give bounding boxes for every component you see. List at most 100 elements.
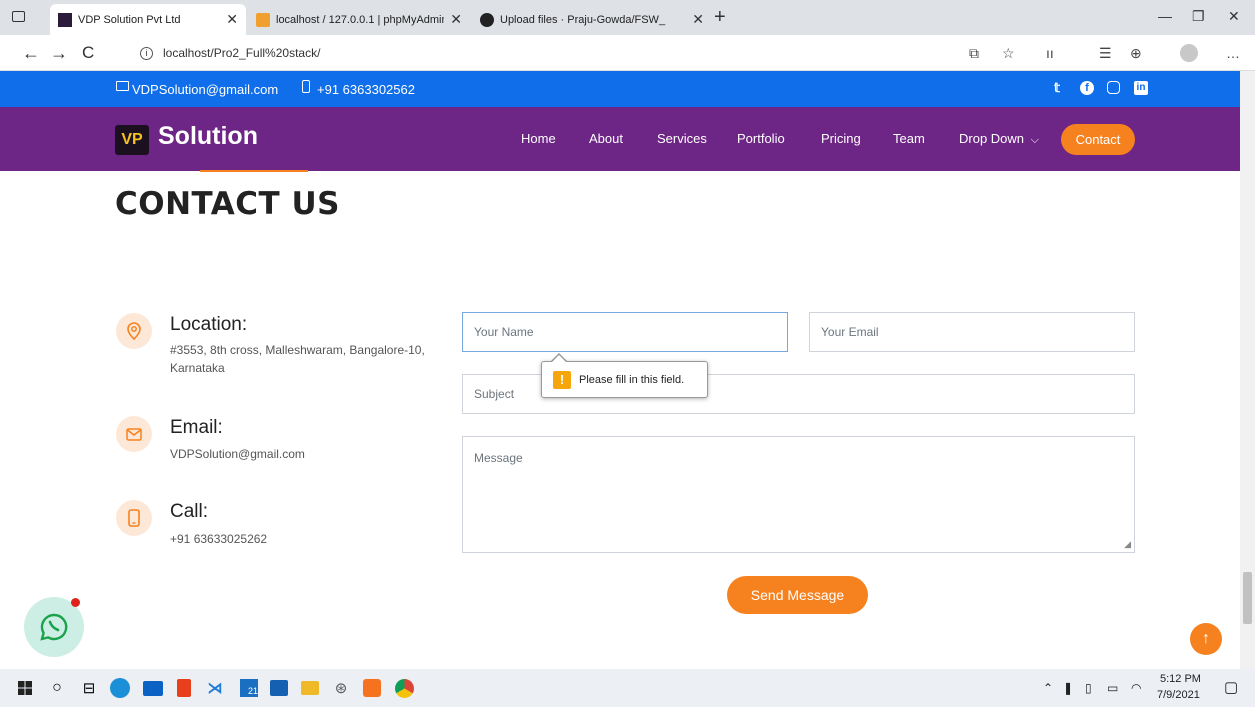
tab-phpmyadmin[interactable]: localhost / 127.0.0.1 | phpMyAdmin ✕ <box>248 4 470 35</box>
chevron-down-icon: ⌵ <box>1030 134 1039 146</box>
favorite-star-icon[interactable]: ☆ <box>1002 45 1015 62</box>
nav-about[interactable]: About <box>589 131 623 146</box>
tab-title: localhost / 127.0.0.1 | phpMyAdmin <box>276 13 445 26</box>
tooltip-arrow-inner <box>552 355 566 362</box>
validation-tooltip: ! Please fill in this field. <box>541 361 708 398</box>
nav-dropdown[interactable]: Drop Down ⌵ <box>959 131 1039 147</box>
wifi-icon[interactable]: ◠ <box>1131 681 1141 695</box>
nav-portfolio[interactable]: Portfolio <box>737 131 785 146</box>
new-tab-button[interactable]: + <box>714 6 726 29</box>
phone-call-icon <box>116 500 152 536</box>
notification-dot <box>71 598 80 607</box>
section-divider <box>200 170 308 172</box>
battery-icon[interactable]: ▯ <box>1085 681 1092 695</box>
tab-actions-icon[interactable] <box>12 11 25 22</box>
name-input[interactable]: Your Name <box>462 312 788 352</box>
nav-dropdown-label: Drop Down <box>959 131 1025 146</box>
calendar-icon[interactable]: 21 <box>238 677 260 699</box>
scrollbar-thumb[interactable] <box>1243 572 1252 624</box>
nav-home[interactable]: Home <box>521 131 556 146</box>
browser-address-bar: ← → C i localhost/Pro2_Full%20stack/ ⧉ ☆… <box>0 35 1255 71</box>
tab-close-icon[interactable]: ✕ <box>226 11 238 28</box>
favorites-icon[interactable]: ☰ <box>1099 45 1112 62</box>
app-icon[interactable]: ⊛ <box>330 677 352 699</box>
xampp-icon[interactable] <box>361 677 383 699</box>
message-placeholder: Message <box>474 451 523 465</box>
tab-title: VDP Solution Pvt Ltd <box>78 13 181 26</box>
location-title: Location: <box>170 314 248 335</box>
profile-avatar[interactable] <box>1180 44 1198 62</box>
more-options-button[interactable]: … <box>1226 45 1240 61</box>
microphone-icon[interactable]: ❚ <box>1063 681 1073 695</box>
section-title: CONTACT US <box>115 186 340 222</box>
call-title: Call: <box>170 501 209 522</box>
email-placeholder: Your Email <box>821 325 879 339</box>
twitter-icon[interactable]: 𝕥 <box>1054 80 1060 96</box>
tab-close-icon[interactable]: ✕ <box>450 11 462 28</box>
resize-handle-icon[interactable]: ◢ <box>1124 539 1131 550</box>
back-to-top-button[interactable]: ↑ <box>1190 623 1222 655</box>
email-text: VDPSolution@gmail.com <box>170 447 305 461</box>
info-icon[interactable]: i <box>140 46 153 60</box>
location-icon <box>116 313 152 349</box>
collections-icon[interactable]: ⊕ <box>1130 45 1142 62</box>
read-aloud-icon[interactable]: ⧉ <box>969 45 979 62</box>
facebook-icon[interactable]: f <box>1080 81 1094 95</box>
chrome-icon[interactable] <box>393 677 415 699</box>
browser-tab-bar: VDP Solution Pvt Ltd ✕ localhost / 127.0… <box>0 0 1255 35</box>
store-icon[interactable] <box>268 677 290 699</box>
task-view-icon[interactable]: ⊟ <box>78 677 100 699</box>
email-input[interactable]: Your Email <box>809 312 1135 352</box>
network-icon[interactable]: ▭ <box>1107 681 1118 695</box>
nav-services[interactable]: Services <box>657 131 707 146</box>
github-favicon-icon <box>480 12 494 27</box>
topbar-phone[interactable]: +91 6363302562 <box>317 82 415 97</box>
site-header: VP Solution Home About Services Portfoli… <box>0 107 1240 171</box>
url-input[interactable]: i localhost/Pro2_Full%20stack/ <box>140 41 948 65</box>
email-icon <box>116 416 152 452</box>
close-window-button[interactable]: ✕ <box>1228 8 1240 25</box>
forward-button[interactable]: → <box>50 43 68 64</box>
clock-time[interactable]: 5:12 PM <box>1160 673 1201 685</box>
message-textarea[interactable]: Message ◢ <box>462 436 1135 553</box>
instagram-icon[interactable] <box>1107 81 1120 94</box>
top-contact-bar: VDPSolution@gmail.com +91 6363302562 𝕥 f… <box>0 71 1240 107</box>
contact-button[interactable]: Contact <box>1061 124 1135 155</box>
url-text: localhost/Pro2_Full%20stack/ <box>163 46 321 60</box>
envelope-icon <box>116 81 129 91</box>
windows-start-icon[interactable] <box>14 677 36 699</box>
nav-pricing[interactable]: Pricing <box>821 131 861 146</box>
logo-text[interactable]: Solution <box>158 122 258 151</box>
notifications-icon[interactable]: ▢ <box>1224 678 1238 696</box>
restore-button[interactable]: ❐ <box>1192 8 1205 25</box>
edge-icon[interactable] <box>109 677 131 699</box>
validation-message: Please fill in this field. <box>579 373 685 386</box>
windows-taskbar: ○ ⊟ ⋊ 21 ⊛ ⌃ ❚ ▯ ▭ ◠ 5:12 PM 7/9/2021 ▢ <box>0 669 1255 707</box>
name-placeholder: Your Name <box>474 325 534 339</box>
search-icon[interactable]: ○ <box>46 677 68 699</box>
vscode-icon[interactable]: ⋊ <box>204 677 226 699</box>
tab-close-icon[interactable]: ✕ <box>692 11 704 28</box>
email-title: Email: <box>170 417 223 438</box>
linkedin-icon[interactable]: in <box>1134 81 1148 95</box>
nav-team[interactable]: Team <box>893 131 925 146</box>
logo-mark-icon[interactable]: VP <box>115 125 149 155</box>
mail-icon[interactable] <box>142 677 164 699</box>
chevron-up-icon[interactable]: ⌃ <box>1043 681 1053 695</box>
back-button[interactable]: ← <box>22 43 40 64</box>
phone-icon <box>302 80 310 93</box>
file-explorer-icon[interactable] <box>299 677 321 699</box>
send-message-button[interactable]: Send Message <box>727 576 868 614</box>
topbar-email[interactable]: VDPSolution@gmail.com <box>132 82 278 97</box>
warning-icon: ! <box>553 370 571 389</box>
extension-icon[interactable]: ıı <box>1046 45 1054 61</box>
tab-title: Upload files · Praju-Gowda/FSW_ <box>500 13 666 26</box>
tab-vdp-solution[interactable]: VDP Solution Pvt Ltd ✕ <box>50 4 246 35</box>
subject-placeholder: Subject <box>474 387 515 401</box>
phpmyadmin-favicon-icon <box>256 12 270 27</box>
tab-github-upload[interactable]: Upload files · Praju-Gowda/FSW_ ✕ <box>472 4 712 35</box>
reload-button[interactable]: C <box>82 43 94 63</box>
clock-date[interactable]: 7/9/2021 <box>1157 689 1200 701</box>
office-icon[interactable] <box>173 677 195 699</box>
minimize-button[interactable]: — <box>1158 8 1172 24</box>
